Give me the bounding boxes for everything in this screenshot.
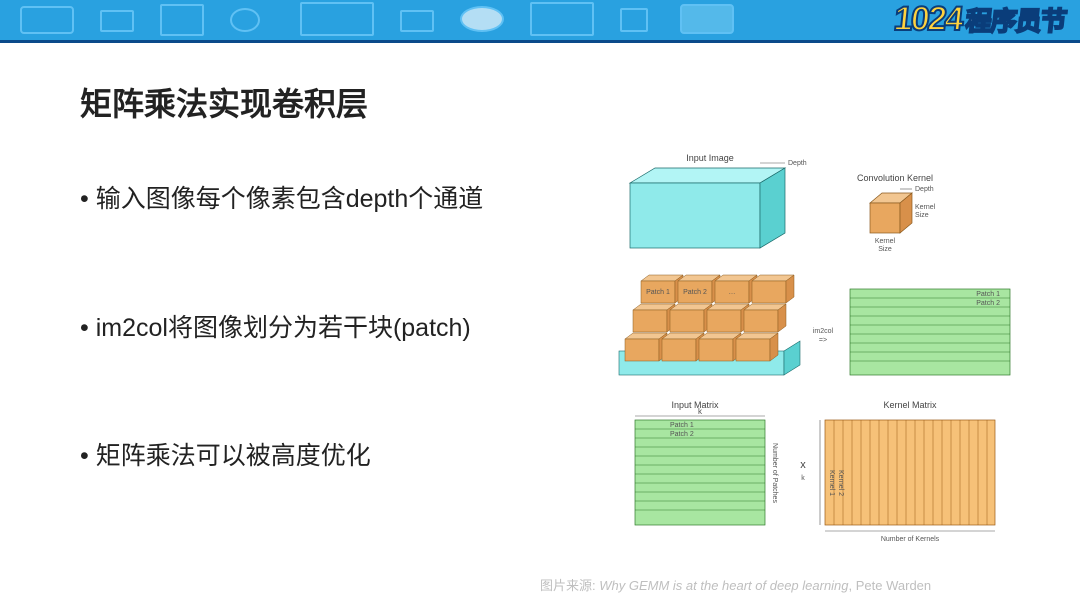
r3-p1: Patch 1: [670, 422, 694, 429]
r2-out-p2: Patch 2: [976, 300, 1000, 307]
r2-patch2: Patch 2: [683, 289, 707, 296]
diagram-area: Input Image Depth Convolution Kernel Dep…: [590, 153, 1040, 563]
bullet-list: 输入图像每个像素包含depth个通道 im2col将图像划分为若干块(patch…: [80, 183, 540, 569]
r3-k2: k: [801, 475, 805, 482]
citation-prefix: 图片来源:: [540, 578, 599, 593]
r1-kernel-label: Convolution Kernel: [857, 173, 933, 183]
event-banner: 1024 程序员节: [0, 0, 1080, 43]
r2-patch1: Patch 1: [646, 289, 670, 296]
r3-num-kernels: Number of Kernels: [881, 536, 940, 543]
r1-k-size2: KernelSize: [875, 238, 896, 253]
r1-input-label: Input Image: [686, 153, 734, 163]
r3-kr2: Kernel 2: [837, 470, 844, 496]
r2-out-p1: Patch 1: [976, 291, 1000, 298]
bullet-2: im2col将图像划分为若干块(patch): [80, 312, 540, 345]
r3-p2: Patch 2: [670, 431, 694, 438]
citation-title: Why GEMM is at the heart of deep learnin…: [599, 578, 848, 593]
citation-author: , Pete Warden: [849, 578, 932, 593]
r2-im2col: im2col=>: [813, 328, 834, 344]
r3-input-label: Input Matrix: [671, 400, 719, 410]
svg-text:…: …: [729, 289, 736, 296]
r1-k-depth: Depth: [915, 186, 934, 193]
event-badge: 1024 程序员节: [886, 0, 1074, 42]
image-citation: 图片来源: Why GEMM is at the heart of deep l…: [540, 575, 931, 594]
r3-kr1: Kernel 1: [828, 470, 835, 496]
r1-depth-label: Depth: [788, 160, 807, 167]
bullet-3: 矩阵乘法可以被高度优化: [80, 440, 540, 473]
r3-kernel-label: Kernel Matrix: [883, 400, 937, 410]
r3-x: x: [800, 459, 806, 471]
r3-num-patches: Number of Patches: [771, 443, 778, 503]
bullet-1: 输入图像每个像素包含depth个通道: [80, 183, 540, 216]
slide-body: 矩阵乘法实现卷积层 输入图像每个像素包含depth个通道 im2col将图像划分…: [0, 43, 1080, 608]
r1-k-size: KernelSize: [915, 204, 936, 219]
slide-title: 矩阵乘法实现卷积层: [80, 79, 368, 125]
conv-diagram: Input Image Depth Convolution Kernel Dep…: [590, 153, 1040, 563]
badge-text: 程序员节: [964, 1, 1068, 38]
banner-decoration: [0, 0, 800, 40]
badge-number: 1024: [892, 0, 964, 39]
